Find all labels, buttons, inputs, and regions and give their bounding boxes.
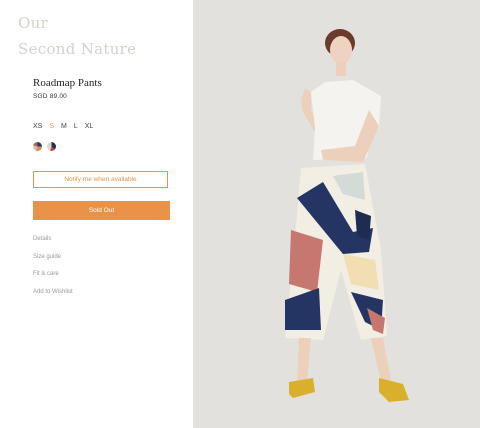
product-photo	[193, 0, 480, 428]
size-option-m[interactable]: M	[61, 123, 67, 130]
size-option-xs[interactable]: XS	[33, 123, 42, 130]
size-option-s[interactable]: S	[49, 123, 54, 130]
size-option-l[interactable]: L	[74, 123, 78, 130]
sold-out-button[interactable]: Sold Out	[33, 201, 170, 220]
add-to-wishlist-link[interactable]: Add to Wishlist	[33, 288, 73, 306]
brand-logo[interactable]: Our Second Nature	[18, 10, 136, 62]
color-swatch-2[interactable]	[47, 142, 56, 151]
size-option-xl[interactable]: XL	[85, 123, 94, 130]
product-links: Details Size guide Fit & care Add to Wis…	[33, 235, 73, 306]
size-selector: XS S M L XL	[33, 123, 93, 130]
notify-me-button[interactable]: Notify me when available	[33, 171, 168, 188]
model-illustration	[193, 0, 480, 428]
product-title: Roadmap Pants	[33, 77, 102, 89]
brand-line-2: Second Nature	[18, 40, 137, 58]
product-price: SGD 89.00	[33, 93, 67, 100]
color-selector	[33, 142, 56, 151]
size-guide-link[interactable]: Size guide	[33, 253, 73, 271]
product-info-panel: Our Second Nature Roadmap Pants SGD 89.0…	[0, 0, 193, 428]
details-link[interactable]: Details	[33, 235, 73, 253]
fit-care-link[interactable]: Fit & care	[33, 270, 73, 288]
brand-line-1: Our	[18, 14, 49, 32]
color-swatch-1[interactable]	[33, 142, 42, 151]
